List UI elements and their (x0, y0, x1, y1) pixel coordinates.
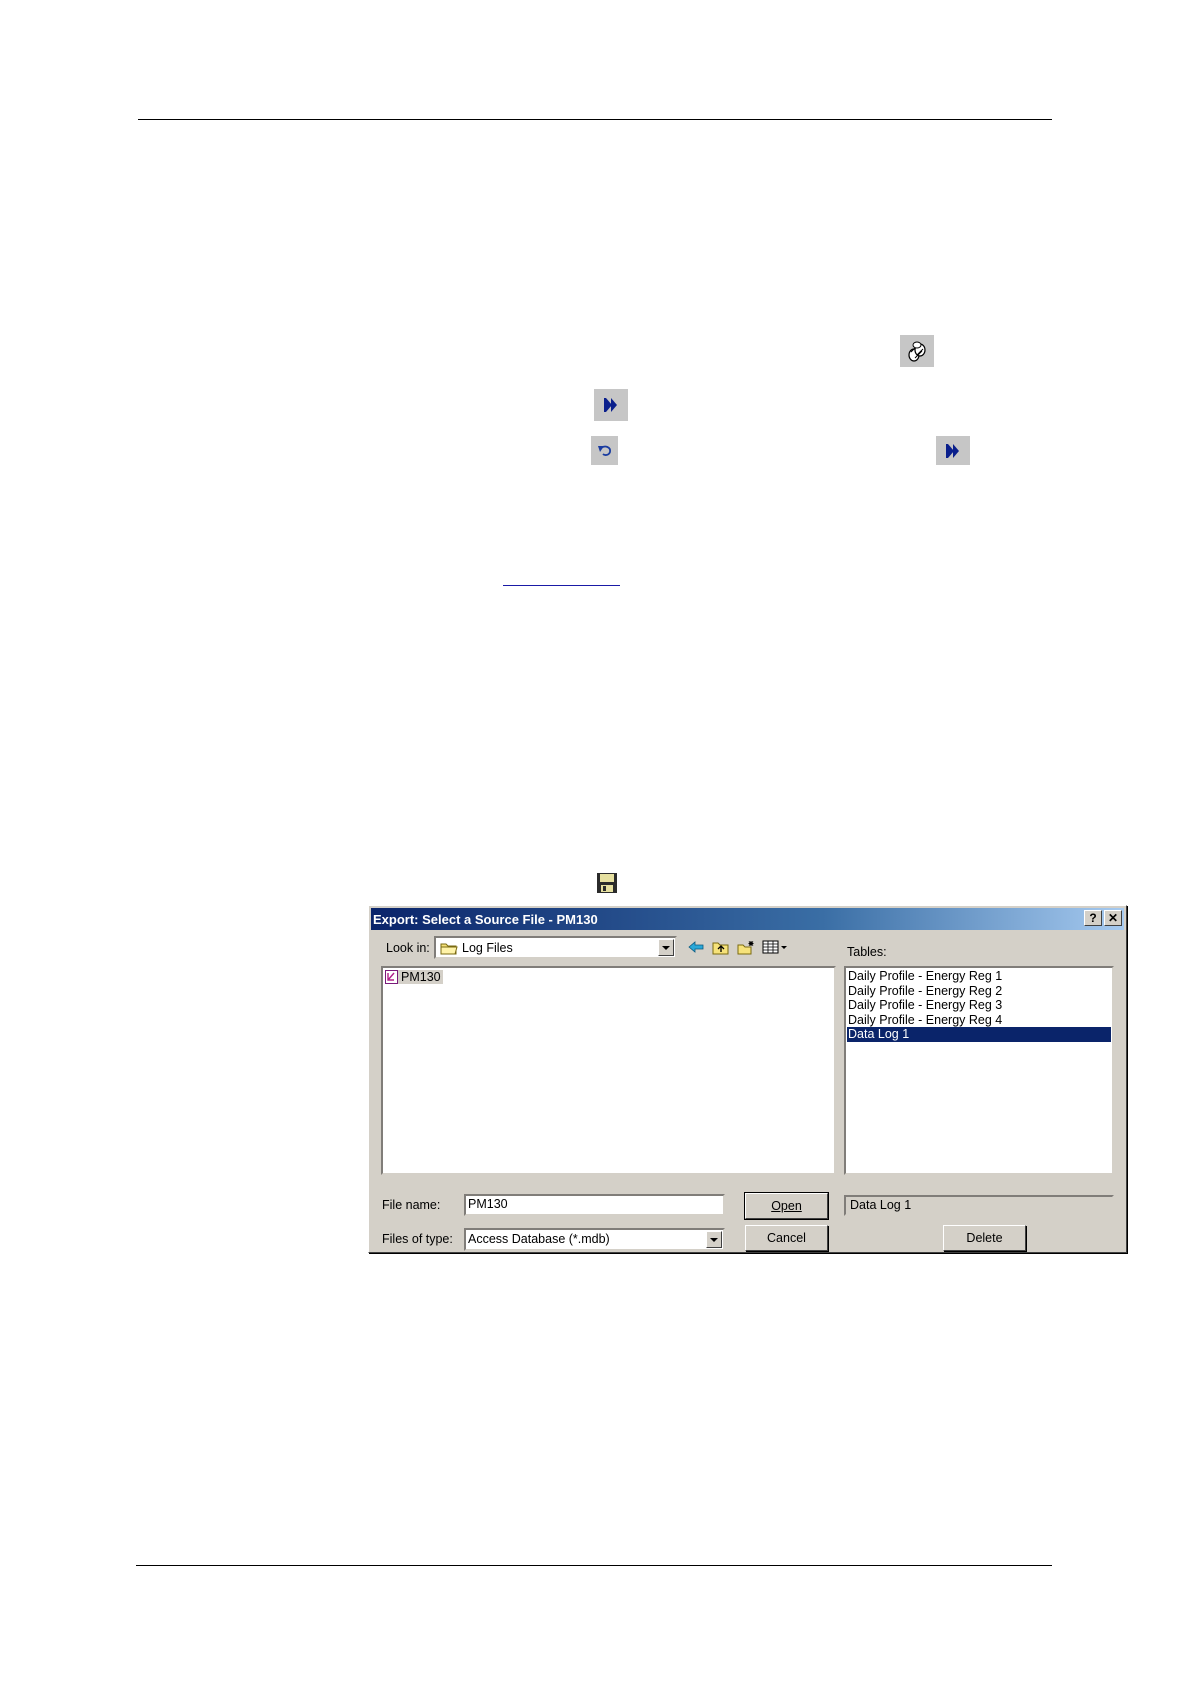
save-disk-icon (594, 870, 620, 896)
table-item[interactable]: Daily Profile - Energy Reg 2 (847, 984, 1111, 999)
look-in-combo[interactable]: Log Files (434, 936, 677, 959)
back-arrow-icon[interactable] (686, 938, 706, 956)
file-item[interactable]: PM130 (385, 970, 443, 984)
selected-table-field: Data Log 1 (844, 1195, 1114, 1216)
open-button[interactable]: Open (744, 1192, 829, 1220)
look-in-label: Look in: (386, 941, 430, 955)
database-file-icon (385, 970, 398, 984)
table-item[interactable]: Daily Profile - Energy Reg 3 (847, 998, 1111, 1013)
look-in-dropdown-button[interactable] (658, 939, 674, 956)
tables-list[interactable]: Daily Profile - Energy Reg 1 Daily Profi… (844, 966, 1114, 1175)
open-cylinders-icon (900, 335, 934, 367)
close-button[interactable]: ✕ (1104, 910, 1122, 926)
new-folder-icon[interactable] (736, 938, 756, 956)
selected-table-value: Data Log 1 (850, 1198, 912, 1212)
cancel-button[interactable]: Cancel (745, 1225, 828, 1251)
table-item[interactable]: Daily Profile - Energy Reg 4 (847, 1013, 1111, 1028)
header-rule (138, 119, 1052, 120)
file-name-value: PM130 (468, 1197, 508, 1211)
files-of-type-value: Access Database (*.mdb) (468, 1232, 610, 1246)
table-item-selected[interactable]: Data Log 1 (847, 1027, 1111, 1042)
delete-button[interactable]: Delete (943, 1225, 1026, 1251)
dialog-title: Export: Select a Source File - PM130 (373, 911, 598, 927)
tables-label: Tables: (847, 945, 887, 959)
file-name: PM130 (401, 970, 441, 984)
look-in-value: Log Files (462, 940, 513, 955)
folder-icon (440, 941, 458, 955)
dialog-titlebar: Export: Select a Source File - PM130 (371, 908, 1124, 930)
file-name-label: File name: (382, 1198, 441, 1212)
files-of-type-dropdown-button[interactable] (706, 1231, 722, 1248)
table-item[interactable]: Daily Profile - Energy Reg 1 (847, 969, 1111, 984)
link-underline (503, 585, 620, 586)
view-menu-icon[interactable] (761, 938, 789, 956)
file-list[interactable]: PM130 (381, 966, 836, 1175)
files-of-type-label: Files of type: (382, 1232, 453, 1246)
footer-rule (136, 1565, 1052, 1566)
up-folder-icon[interactable] (711, 938, 731, 956)
forward-icon (936, 436, 970, 465)
files-of-type-combo[interactable]: Access Database (*.mdb) (464, 1228, 725, 1251)
file-name-input[interactable]: PM130 (464, 1194, 725, 1216)
undo-icon (591, 436, 618, 465)
forward-icon (594, 389, 628, 421)
help-button[interactable]: ? (1084, 910, 1102, 926)
export-dialog: Export: Select a Source File - PM130 ? ✕… (368, 905, 1127, 1253)
